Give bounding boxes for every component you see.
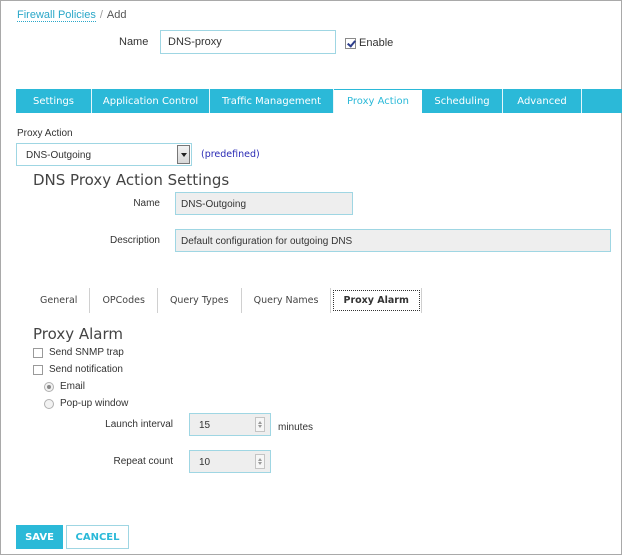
- subtab-opcodes[interactable]: OPCodes: [90, 288, 158, 313]
- policy-name-input[interactable]: DNS-proxy: [160, 30, 336, 54]
- send-snmp-trap-checkbox[interactable]: [33, 347, 43, 358]
- repeat-count-stepper[interactable]: 10: [189, 450, 271, 473]
- subtab-proxy-alarm[interactable]: Proxy Alarm: [331, 288, 422, 313]
- proxy-action-select[interactable]: DNS-Outgoing: [16, 143, 192, 166]
- breadcrumb-current: Add: [106, 9, 127, 21]
- popup-window-radio[interactable]: [44, 398, 54, 409]
- proxy-action-label: Proxy Action: [17, 128, 73, 139]
- chevron-down-icon[interactable]: [177, 145, 190, 164]
- settings-section-title: DNS Proxy Action Settings: [33, 171, 230, 189]
- action-name-field[interactable]: DNS-Outgoing: [175, 192, 353, 215]
- proxy-action-subtabs: General OPCodes Query Types Query Names …: [28, 288, 422, 313]
- email-label: Email: [60, 381, 86, 392]
- subtab-general[interactable]: General: [28, 288, 91, 313]
- subtab-query-names[interactable]: Query Names: [242, 288, 332, 313]
- breadcrumb-separator: /: [99, 9, 103, 21]
- send-notification-option[interactable]: Send notification: [33, 364, 123, 375]
- repeat-count-value[interactable]: 10: [199, 457, 210, 468]
- enable-checkbox-row[interactable]: Enable: [345, 37, 393, 49]
- cancel-button[interactable]: CANCEL: [66, 525, 129, 549]
- email-option[interactable]: Email: [44, 381, 85, 392]
- policy-tab-bar: Settings Application Control Traffic Man…: [16, 89, 622, 113]
- repeat-count-label: Repeat count: [113, 456, 174, 467]
- policy-name-row: Name DNS-proxy Enable: [1, 30, 622, 56]
- send-notification-checkbox[interactable]: [33, 364, 43, 375]
- proxy-alarm-title: Proxy Alarm: [33, 325, 123, 343]
- breadcrumb: Firewall Policies / Add: [17, 9, 127, 22]
- tab-bar-filler: [582, 89, 622, 113]
- action-name-label: Name: [133, 198, 160, 209]
- tab-settings[interactable]: Settings: [16, 89, 92, 113]
- tab-scheduling[interactable]: Scheduling: [422, 89, 503, 113]
- popup-window-label: Pop-up window: [60, 398, 129, 409]
- launch-interval-value[interactable]: 15: [199, 420, 210, 431]
- send-snmp-trap-option[interactable]: Send SNMP trap: [33, 347, 124, 358]
- predefined-note: (predefined): [201, 149, 260, 160]
- policy-editor-window: Firewall Policies / Add Name DNS-proxy Ena…: [0, 0, 622, 555]
- send-notification-label: Send notification: [49, 364, 123, 375]
- description-field[interactable]: Default configuration for outgoing DNS: [175, 229, 611, 252]
- subtab-query-types[interactable]: Query Types: [158, 288, 242, 313]
- tab-proxy-action[interactable]: Proxy Action: [334, 89, 422, 113]
- policy-name-label: Name: [119, 36, 149, 48]
- enable-checkbox[interactable]: [345, 37, 356, 49]
- description-label: Description: [109, 235, 160, 246]
- tab-traffic-management[interactable]: Traffic Management: [210, 89, 334, 113]
- popup-window-option[interactable]: Pop-up window: [44, 398, 128, 409]
- tab-advanced[interactable]: Advanced: [503, 89, 582, 113]
- launch-interval-label: Launch interval: [105, 419, 173, 430]
- breadcrumb-firewall-policies-link[interactable]: Firewall Policies: [17, 9, 96, 22]
- spinner-arrows-icon[interactable]: [255, 417, 265, 432]
- proxy-action-selected-value: DNS-Outgoing: [26, 150, 92, 161]
- launch-interval-unit: minutes: [278, 422, 314, 433]
- enable-label: Enable: [359, 37, 394, 49]
- save-button[interactable]: SAVE: [16, 525, 63, 549]
- tab-application-control[interactable]: Application Control: [92, 89, 210, 113]
- spinner-arrows-icon[interactable]: [255, 454, 265, 469]
- email-radio[interactable]: [44, 381, 54, 392]
- send-snmp-trap-label: Send SNMP trap: [49, 347, 124, 358]
- launch-interval-stepper[interactable]: 15: [189, 413, 271, 436]
